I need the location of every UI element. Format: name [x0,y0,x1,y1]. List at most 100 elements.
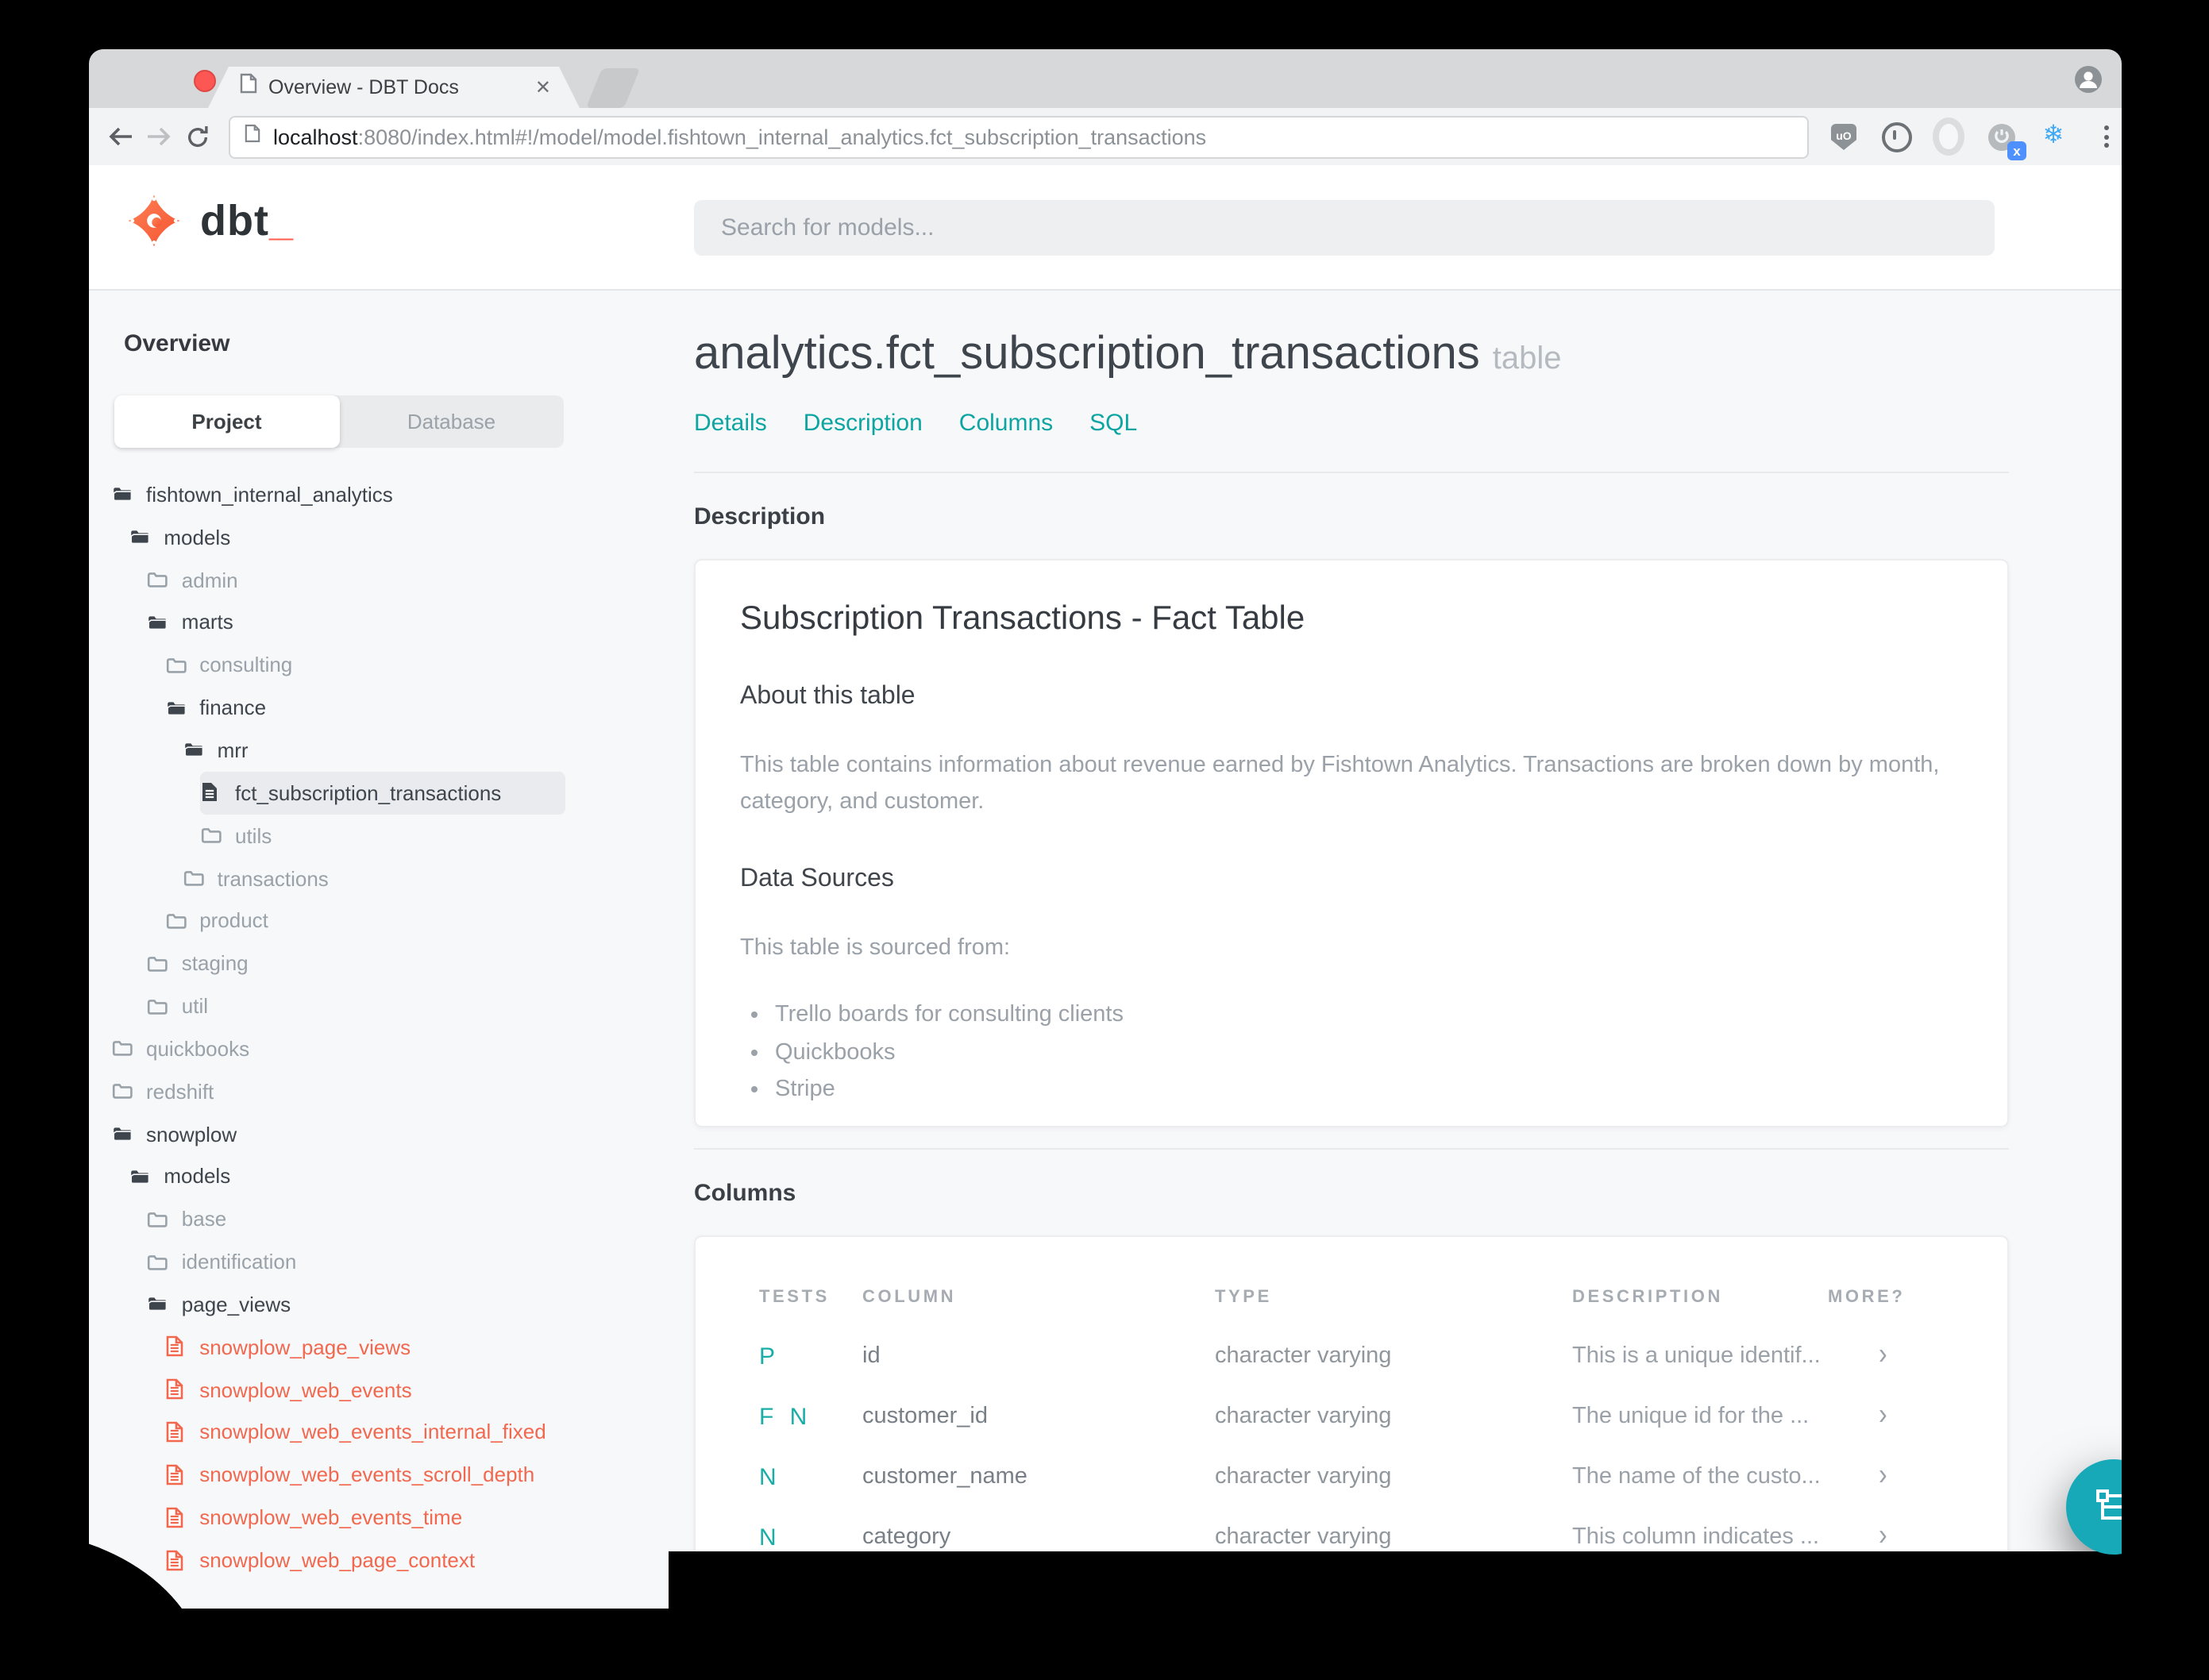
tree-item[interactable]: mrr [183,729,669,772]
app-body: Overview Project Database fishtown_inter… [89,291,2122,1609]
column-header: TESTS [759,1288,830,1307]
tree-item[interactable]: finance [164,686,669,729]
tree-item[interactable]: snowplow_web_page_context [164,1539,669,1582]
row-expand[interactable]: › [1828,1402,1949,1431]
forward-button[interactable] [140,118,178,156]
browser-profile-avatar[interactable] [2074,65,2103,102]
tree-item[interactable]: snowplow_page_views [164,1326,669,1369]
new-tab-button[interactable] [585,68,641,108]
tree-item[interactable]: utils [200,815,669,857]
dbt-logo-text: dbt [200,196,269,244]
tree-item[interactable]: snowplow_web_events_time [164,1497,669,1539]
row-expand[interactable]: › [1828,1342,1949,1370]
description-section-heading: Description [694,503,826,530]
table-row[interactable]: N customer_name character varying The na… [759,1447,1949,1507]
chevron-right-icon[interactable]: › [1879,1342,1887,1370]
column-header: DESCRIPTION [1572,1288,1723,1307]
about-heading: About this table [740,683,916,710]
dbt-logo[interactable]: dbt _ [127,194,293,248]
file-icon [164,1336,187,1358]
columns-section-heading: Columns [694,1180,796,1207]
file-icon [164,1549,187,1570]
back-button[interactable] [102,118,140,156]
tree-item[interactable]: quickbooks [111,1027,669,1070]
row-tests-badge: P [759,1343,781,1370]
page-nav-link[interactable]: SQL [1089,410,1137,437]
about-text: This table contains information about re… [740,753,1940,815]
tree-item[interactable]: identification [147,1240,669,1283]
row-expand[interactable]: › [1828,1462,1949,1491]
tree-item[interactable]: transactions [183,857,669,900]
file-icon [164,1507,187,1528]
snowflake-extension-icon[interactable]: ❄ [2037,121,2069,152]
tree-item[interactable]: product [164,900,669,942]
folder-open-icon [111,1123,133,1144]
tree-item[interactable]: base [147,1198,669,1241]
row-column-name: customer_id [862,1404,988,1429]
folder-open-icon [183,740,205,761]
tree-item[interactable]: snowplow [111,1112,669,1155]
table-row[interactable]: P id character varying This is a unique … [759,1326,1949,1386]
row-column-name: category [862,1524,951,1550]
tree-item[interactable]: consulting [164,644,669,687]
pocket-icon[interactable] [1933,118,1964,156]
tree-item[interactable]: marts [147,601,669,644]
page-nav-link[interactable]: Details [694,410,767,437]
sidebar: Overview Project Database fishtown_inter… [89,291,669,1609]
url-page-icon [245,122,260,151]
extension-bar: uO x ❄ [1828,118,2122,160]
chevron-right-icon[interactable]: › [1879,1523,1887,1551]
row-column-name: customer_name [862,1464,1027,1489]
tree-item[interactable]: util [147,984,669,1027]
window-close-button[interactable] [194,70,216,92]
file-icon [164,1464,187,1485]
columns-table-body: P id character varying This is a unique … [759,1326,1949,1551]
data-source-item: Trello boards for consulting clients [775,997,1963,1035]
row-tests-badge: N [759,1524,781,1551]
tree-item[interactable]: snowplow_web_events [164,1368,669,1411]
row-description: This is a unique identif... [1572,1343,1821,1369]
row-type: character varying [1215,1524,1392,1550]
browser-menu-icon[interactable] [2090,121,2122,152]
power-extension-icon[interactable]: x [1985,121,2026,160]
browser-tab[interactable]: Overview - DBT Docs ✕ [208,67,580,108]
table-row[interactable]: N category character varying This column… [759,1507,1949,1551]
row-expand[interactable]: › [1828,1523,1949,1551]
page-nav-link[interactable]: Columns [959,410,1053,437]
tree-source-toggle: Project Database [114,395,564,448]
row-tests-badge: F N [759,1403,812,1430]
table-row[interactable]: F N customer_id character varying The un… [759,1386,1949,1447]
folder-icon [147,953,169,973]
folder-open-icon [129,527,151,548]
tab-close-icon[interactable]: ✕ [535,76,551,98]
tab-project[interactable]: Project [114,395,339,448]
address-bar[interactable]: localhost:8080/index.html#!/model/model.… [229,115,1809,158]
reload-button[interactable] [178,118,216,156]
extension-x-badge: x [2007,141,2026,160]
tree-item[interactable]: redshift [111,1070,669,1113]
page-nav-link[interactable]: Description [804,410,923,437]
ublock-origin-icon[interactable]: uO [1828,121,1860,152]
tree-item[interactable]: snowplow_web_events_internal_fixed [164,1411,669,1454]
folder-icon [111,1081,133,1101]
tab-database[interactable]: Database [339,395,564,448]
search-input[interactable]: Search for models... [694,200,1995,256]
tree-item[interactable]: models [129,516,669,559]
columns-table-header: TESTS COLUMN TYPE DESCRIPTION MORE? [759,1288,1949,1307]
tree-item[interactable]: models [129,1155,669,1198]
main-content: analytics.fct_subscription_transactions t… [669,291,2122,1551]
tree-item[interactable]: fishtown_internal_analytics [111,473,669,516]
column-header: MORE? [1828,1288,1906,1307]
chevron-right-icon[interactable]: › [1879,1402,1887,1431]
row-tests-badge: N [759,1463,781,1490]
tree-item[interactable]: staging [147,942,669,985]
tree-item[interactable]: admin [147,558,669,601]
column-header: COLUMN [862,1288,957,1307]
folder-icon [147,1209,169,1230]
tree-item[interactable]: snowplow_web_events_scroll_depth [164,1454,669,1497]
tree-item[interactable]: page_views [147,1283,669,1326]
1password-icon[interactable] [1880,121,1912,152]
tree-item[interactable]: fct_subscription_transactions [200,771,565,815]
columns-card: TESTS COLUMN TYPE DESCRIPTION MORE? P id cha… [694,1235,2009,1551]
chevron-right-icon[interactable]: › [1879,1462,1887,1491]
